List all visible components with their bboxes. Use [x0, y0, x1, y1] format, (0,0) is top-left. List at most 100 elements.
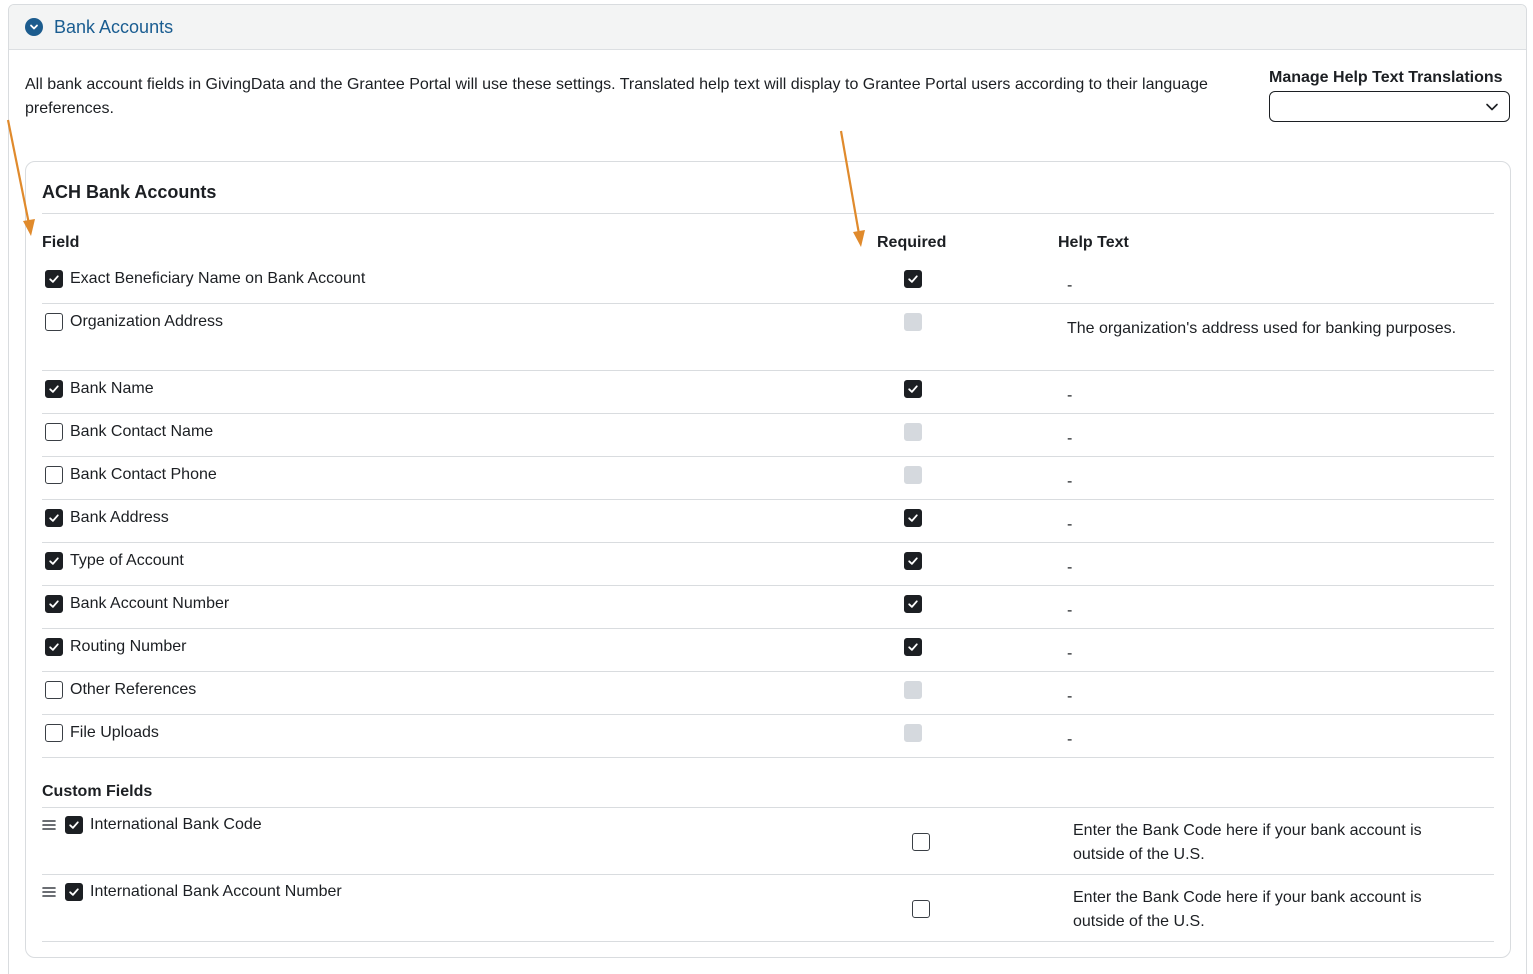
drag-handle-icon[interactable] [42, 885, 56, 899]
required-checkbox[interactable] [912, 833, 930, 851]
field-label: Organization Address [70, 313, 223, 330]
field-toggle[interactable]: Type of Account [45, 552, 184, 570]
column-header-required: Required [877, 234, 947, 251]
field-label: International Bank Account Number [90, 883, 342, 900]
table-row: Routing Number - [42, 629, 1494, 672]
field-label: Bank Name [70, 380, 154, 397]
section-title: Bank Accounts [54, 16, 174, 37]
required-cell [904, 595, 922, 618]
field-label: Bank Contact Name [70, 423, 214, 440]
required-checkbox[interactable] [904, 552, 922, 570]
field-toggle[interactable]: International Bank Account Number [42, 883, 342, 901]
required-checkbox [904, 423, 922, 441]
field-enabled-checkbox[interactable] [45, 681, 63, 699]
field-enabled-checkbox[interactable] [45, 509, 63, 527]
field-enabled-checkbox[interactable] [45, 423, 63, 441]
field-label: Type of Account [70, 552, 184, 569]
help-text: - [1067, 430, 1073, 447]
help-text-translations: Manage Help Text Translations [1269, 69, 1511, 122]
section-header[interactable]: Bank Accounts [9, 5, 1526, 50]
required-checkbox[interactable] [904, 595, 922, 613]
field-enabled-checkbox[interactable] [45, 466, 63, 484]
required-cell [912, 900, 930, 923]
help-text: - [1067, 473, 1073, 490]
table-row: Exact Beneficiary Name on Bank Account - [42, 261, 1494, 304]
help-text: - [1067, 516, 1073, 533]
field-toggle[interactable]: File Uploads [45, 724, 159, 742]
help-text: - [1067, 731, 1073, 748]
required-checkbox[interactable] [904, 638, 922, 656]
divider [42, 213, 1494, 214]
table-row: Bank Address - [42, 500, 1494, 543]
required-cell [904, 423, 922, 446]
table-row: Bank Name - [42, 371, 1494, 414]
required-checkbox [904, 724, 922, 742]
field-enabled-checkbox[interactable] [45, 313, 63, 331]
custom-field-row: International Bank Account Number Enter t… [42, 875, 1494, 942]
help-text: Enter the Bank Code here if your bank ac… [1073, 822, 1422, 863]
help-text: - [1067, 645, 1073, 662]
table-row: Bank Contact Name - [42, 414, 1494, 457]
table-row: Other References - [42, 672, 1494, 715]
field-toggle[interactable]: Bank Address [45, 509, 169, 527]
required-checkbox[interactable] [904, 509, 922, 527]
required-cell [904, 638, 922, 661]
required-checkbox[interactable] [904, 380, 922, 398]
field-toggle[interactable]: Organization Address [45, 313, 223, 331]
required-checkbox[interactable] [904, 270, 922, 288]
field-toggle[interactable]: Routing Number [45, 638, 187, 656]
chevron-down-icon[interactable] [25, 18, 43, 36]
section-description: All bank account fields in GivingData an… [25, 76, 1208, 117]
translations-label: Manage Help Text Translations [1269, 69, 1503, 86]
table-row: Bank Account Number - [42, 586, 1494, 629]
required-checkbox [904, 681, 922, 699]
field-toggle[interactable]: International Bank Code [42, 816, 262, 834]
table-row: File Uploads - [42, 715, 1494, 758]
required-cell [904, 552, 922, 575]
table-row: Type of Account - [42, 543, 1494, 586]
help-text: Enter the Bank Code here if your bank ac… [1073, 889, 1422, 930]
help-text: The organization's address used for bank… [1067, 320, 1457, 337]
required-cell [904, 270, 922, 293]
field-label: Routing Number [70, 638, 187, 655]
required-checkbox [904, 466, 922, 484]
table-row: Organization Address The organization's a… [42, 304, 1494, 371]
required-cell [904, 681, 922, 704]
field-enabled-checkbox[interactable] [45, 595, 63, 613]
bank-accounts-section: Bank Accounts All bank account fields in… [8, 4, 1527, 974]
field-toggle[interactable]: Other References [45, 681, 196, 699]
field-toggle[interactable]: Bank Name [45, 380, 154, 398]
custom-field-row: International Bank Code Enter the Bank Co… [42, 808, 1494, 875]
required-cell [904, 509, 922, 532]
field-enabled-checkbox[interactable] [45, 552, 63, 570]
field-toggle[interactable]: Exact Beneficiary Name on Bank Account [45, 270, 365, 288]
drag-handle-icon[interactable] [42, 818, 56, 832]
required-cell [912, 833, 930, 856]
field-toggle[interactable]: Bank Contact Name [45, 423, 213, 441]
column-header-help-text: Help Text [1058, 234, 1129, 251]
required-checkbox[interactable] [912, 900, 930, 918]
required-cell [904, 313, 922, 336]
help-text: - [1067, 688, 1073, 705]
field-label: International Bank Code [90, 816, 262, 833]
field-enabled-checkbox[interactable] [45, 380, 63, 398]
required-checkbox [904, 313, 922, 331]
field-label: Bank Address [70, 509, 169, 526]
field-enabled-checkbox[interactable] [45, 724, 63, 742]
help-text: - [1067, 277, 1073, 294]
field-enabled-checkbox[interactable] [65, 883, 83, 901]
help-text: - [1067, 387, 1073, 404]
column-header-field: Field [42, 234, 80, 251]
field-enabled-checkbox[interactable] [65, 816, 83, 834]
field-label: Bank Account Number [70, 595, 230, 612]
field-toggle[interactable]: Bank Account Number [45, 595, 229, 613]
field-enabled-checkbox[interactable] [45, 270, 63, 288]
field-label: Bank Contact Phone [70, 466, 217, 483]
field-toggle[interactable]: Bank Contact Phone [45, 466, 217, 484]
required-cell [904, 380, 922, 403]
field-enabled-checkbox[interactable] [45, 638, 63, 656]
translations-select[interactable] [1269, 91, 1510, 122]
field-label: Other References [70, 681, 197, 698]
card-title: ACH Bank Accounts [42, 182, 217, 202]
custom-fields-title: Custom Fields [42, 783, 153, 800]
